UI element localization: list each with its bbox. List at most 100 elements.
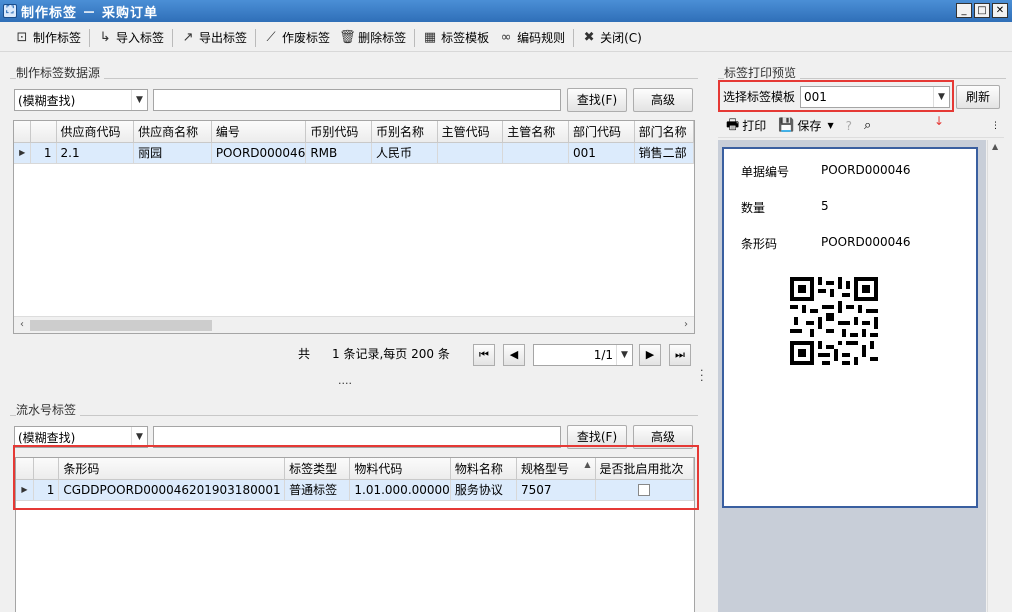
column-header[interactable]: 供应商代码	[56, 121, 135, 143]
refresh-button[interactable]: 刷新	[956, 85, 1000, 109]
table-row[interactable]: ▶ 1 2.1 丽园 POORD000046 RMB 人民币 001 销售二部	[14, 142, 694, 164]
source-group-line	[10, 78, 698, 79]
column-header[interactable]: 部门名称	[634, 121, 694, 143]
link-icon: ∞	[500, 29, 512, 45]
row-indicator-icon: ▶	[14, 142, 32, 164]
column-header[interactable]: 币别名称	[371, 121, 438, 143]
scroll-left-icon[interactable]: ‹	[14, 317, 30, 333]
void-icon: ⟋	[266, 29, 276, 45]
field-value: POORD000046	[821, 235, 911, 249]
row-indicator-header	[14, 121, 32, 143]
preview-toolbar: 🖶 打印 💾 保存 ▼ ? ⌕ ⋮	[718, 114, 1004, 138]
close-icon: ✖	[583, 29, 595, 45]
coding-rule-button[interactable]: ∞ 编码规则	[494, 27, 569, 49]
template-highlight-box	[718, 80, 954, 112]
delete-label-button[interactable]: 🗑 删除标签	[335, 27, 410, 49]
close-button[interactable]: ✖ 关闭(C)	[577, 27, 646, 49]
label-template-text: 标签模板	[441, 31, 490, 45]
import-label-button[interactable]: ↳ 导入标签	[93, 27, 168, 49]
column-header[interactable]: 币别代码	[305, 121, 372, 143]
pager-total-prefix: 共	[298, 347, 311, 361]
chevron-down-icon[interactable]: ▼	[827, 121, 833, 130]
scroll-right-icon[interactable]: ›	[678, 317, 694, 333]
arrow-down-icon: ↓	[934, 114, 945, 128]
table-cell[interactable]	[502, 142, 569, 164]
field-label: 单据编号	[741, 165, 790, 179]
source-search-input[interactable]	[153, 89, 561, 111]
toolbar-separator	[89, 28, 91, 47]
label-preview: 单据编号 POORD000046 数量 5 条形码 POORD000046	[722, 147, 978, 508]
make-label-button[interactable]: ⊡ 制作标签	[10, 27, 85, 49]
toolbar-separator	[573, 28, 575, 47]
last-page-button[interactable]: ⏭	[669, 344, 691, 366]
save-button[interactable]: 保存	[797, 117, 821, 134]
column-header[interactable]: 供应商名称	[133, 121, 212, 143]
make-label-text: 制作标签	[33, 31, 82, 45]
table-cell[interactable]: 丽园	[133, 142, 212, 164]
splitter-handle[interactable]: ....	[338, 374, 352, 387]
serial-group-line	[10, 415, 698, 416]
help-icon: ?	[845, 118, 852, 133]
source-search-mode-select[interactable]: (模糊查找) ▼	[14, 89, 148, 111]
prev-page-button[interactable]: ◀	[503, 344, 525, 366]
table-cell[interactable]: POORD000046	[211, 142, 307, 164]
minimize-button[interactable]: _	[956, 3, 972, 18]
column-header[interactable]: 主管名称	[502, 121, 569, 143]
column-header[interactable]: 部门代码	[568, 121, 635, 143]
chevron-down-icon: ▼	[616, 345, 632, 365]
find-icon[interactable]: ⌕	[864, 118, 871, 133]
table-cell[interactable]	[437, 142, 504, 164]
serial-group-title: 流水号标签	[16, 401, 81, 418]
source-pager-summary: 共 1 条记录,每页 200 条	[298, 345, 450, 362]
field-label: 数量	[741, 201, 766, 215]
export-icon: ↗	[182, 29, 194, 45]
make-label-icon: ⊡	[16, 29, 28, 45]
scroll-thumb[interactable]	[30, 320, 212, 331]
toolbar-separator	[172, 28, 174, 47]
title-bar: ⛶ 制作标签 － 采购订单 _ □ ✕	[0, 0, 1012, 22]
source-group-title: 制作标签数据源	[16, 64, 105, 81]
template-icon: ▦	[423, 29, 437, 45]
coding-rule-text: 编码规则	[517, 31, 566, 45]
field-label: 条形码	[741, 237, 778, 251]
delete-label-text: 删除标签	[358, 31, 407, 45]
source-grid-header: 供应商代码 供应商名称 编号 币别代码 币别名称 主管代码 主管名称 部门代码 …	[14, 121, 694, 143]
preview-vertical-scrollbar[interactable]: ▲	[987, 140, 1004, 612]
source-search-mode-value: (模糊查找)	[18, 93, 76, 108]
table-cell[interactable]: 人民币	[371, 142, 438, 164]
column-header[interactable]: 编号	[211, 121, 307, 143]
close-text: 关闭(C)	[600, 31, 642, 45]
source-find-button[interactable]: 查找(F)	[567, 88, 627, 112]
pager-summary: 1 条记录,每页 200 条	[332, 347, 450, 361]
page-select-value: 1/1	[593, 348, 613, 362]
qr-code-image	[790, 277, 878, 365]
vertical-splitter-handle[interactable]: · · ·	[700, 365, 704, 386]
void-label-button[interactable]: ⟋ 作废标签	[259, 27, 334, 49]
toolbar-separator	[255, 28, 257, 47]
row-number-header	[30, 121, 57, 143]
table-cell[interactable]: 001	[568, 142, 635, 164]
table-cell[interactable]: RMB	[305, 142, 372, 164]
next-page-button[interactable]: ▶	[639, 344, 661, 366]
serial-search-mode-value: (模糊查找)	[18, 430, 76, 445]
import-label-text: 导入标签	[116, 31, 165, 45]
label-template-button[interactable]: ▦ 标签模板	[418, 27, 493, 49]
scroll-up-icon[interactable]: ▲	[992, 142, 998, 151]
print-button[interactable]: 打印	[742, 117, 766, 134]
export-label-button[interactable]: ↗ 导出标签	[176, 27, 251, 49]
field-value: 5	[821, 199, 829, 213]
column-header[interactable]: 主管代码	[437, 121, 504, 143]
toolbar-separator	[414, 28, 416, 47]
first-page-button[interactable]: ⏮	[473, 344, 495, 366]
overflow-icon[interactable]: ⋮	[991, 121, 1000, 131]
close-window-button[interactable]: ✕	[992, 3, 1008, 18]
maximize-button[interactable]: □	[974, 3, 990, 18]
table-cell[interactable]: 销售二部	[634, 142, 694, 164]
window-title: 制作标签 － 采购订单	[21, 5, 159, 21]
page-select[interactable]: 1/1 ▼	[533, 344, 633, 366]
field-value: POORD000046	[821, 163, 911, 177]
source-advanced-button[interactable]: 高级	[633, 88, 693, 112]
row-number: 1	[30, 142, 57, 164]
horizontal-scrollbar[interactable]: ‹ ›	[14, 316, 694, 333]
table-cell[interactable]: 2.1	[56, 142, 135, 164]
